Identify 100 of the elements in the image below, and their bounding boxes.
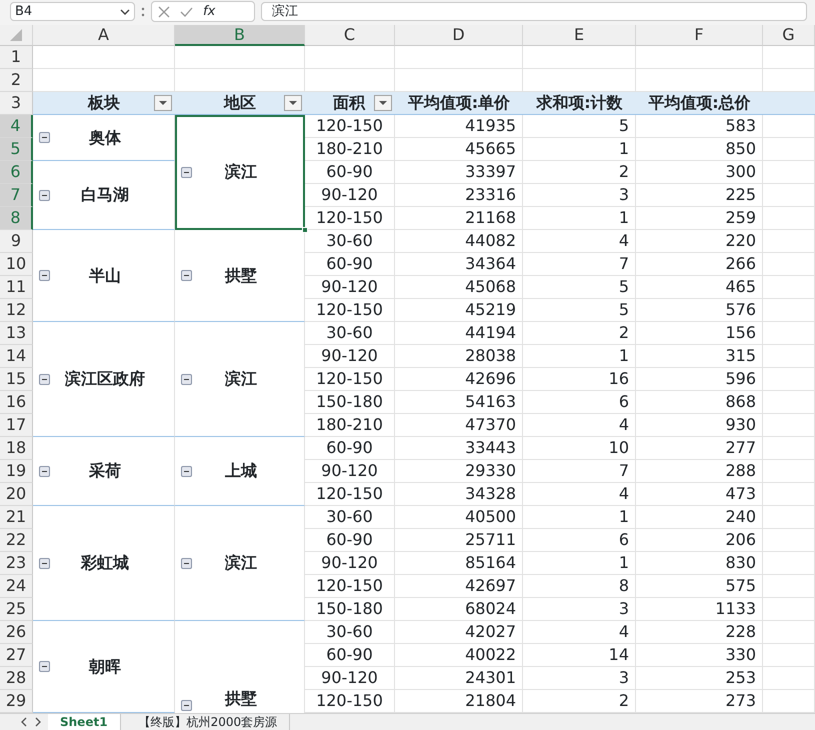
collapse-button[interactable] — [39, 558, 50, 568]
table-cell: 6 — [523, 391, 636, 414]
table-cell: 465 — [636, 276, 763, 299]
collapse-button[interactable] — [181, 700, 192, 711]
column-header[interactable]: D — [395, 25, 523, 46]
row-header[interactable]: 13 — [0, 322, 33, 345]
formula-field[interactable]: 滨江 — [261, 2, 807, 21]
table-cell: 1133 — [636, 598, 763, 621]
table-cell: 24301 — [395, 667, 523, 690]
table-cell: 120-150 — [305, 207, 395, 230]
table-cell: 90-120 — [305, 552, 395, 575]
collapse-button[interactable] — [181, 558, 192, 568]
table-cell: 930 — [636, 414, 763, 437]
table-cell: 90-120 — [305, 345, 395, 368]
fill-handle[interactable] — [302, 227, 308, 233]
previous-sheet-icon[interactable] — [20, 717, 28, 727]
row-header[interactable]: 6 — [0, 161, 33, 184]
collapse-button[interactable] — [181, 374, 192, 384]
name-box[interactable]: B4 — [10, 2, 135, 21]
sheet-tab[interactable]: Sheet1 — [48, 714, 121, 730]
table-cell: 3 — [523, 667, 636, 690]
table-cell: 25711 — [395, 529, 523, 552]
row-header[interactable]: 22 — [0, 529, 33, 552]
row-header[interactable]: 25 — [0, 598, 33, 621]
row-header[interactable]: 26 — [0, 621, 33, 644]
column-header[interactable]: F — [636, 25, 763, 46]
row-header[interactable]: 20 — [0, 483, 33, 506]
collapse-button[interactable] — [181, 166, 192, 178]
cell-text: 彩虹城 — [80, 552, 130, 574]
column-header[interactable]: G — [763, 25, 815, 46]
function-button[interactable]: fx — [203, 2, 216, 22]
row-header[interactable]: 8 — [0, 207, 33, 230]
row-header[interactable]: 23 — [0, 552, 33, 575]
column-heading: 求和项:计数 — [536, 92, 623, 114]
caret-down-icon — [379, 101, 387, 105]
table-cell: 180-210 — [305, 414, 395, 437]
row-header[interactable]: 19 — [0, 460, 33, 483]
row-header[interactable]: 11 — [0, 276, 33, 299]
table-cell: 120-150 — [305, 483, 395, 506]
check-icon[interactable] — [180, 6, 193, 18]
table-cell: 5 — [523, 115, 636, 138]
table-cell: 34364 — [395, 253, 523, 276]
row-header[interactable]: 5 — [0, 138, 33, 161]
filter-dropdown-button[interactable] — [284, 95, 302, 111]
column-header[interactable]: E — [523, 25, 636, 46]
row-header[interactable]: 29 — [0, 690, 33, 713]
collapse-button[interactable] — [39, 132, 50, 143]
row-header[interactable]: 27 — [0, 644, 33, 667]
cell-text: 半山 — [88, 264, 122, 286]
table-cell: 60-90 — [305, 529, 395, 552]
collapse-button[interactable] — [39, 374, 50, 384]
row-header[interactable]: 24 — [0, 575, 33, 598]
collapse-button[interactable] — [181, 466, 192, 476]
collapse-button[interactable] — [39, 270, 50, 281]
row-header[interactable]: 18 — [0, 437, 33, 460]
row-header[interactable]: 4 — [0, 115, 33, 138]
row-header[interactable]: 28 — [0, 667, 33, 690]
row-header[interactable]: 1 — [0, 46, 33, 69]
table-cell: 288 — [636, 460, 763, 483]
row-header[interactable]: 14 — [0, 345, 33, 368]
row-header[interactable]: 9 — [0, 230, 33, 253]
table-cell: 596 — [636, 368, 763, 391]
collapse-button[interactable] — [39, 661, 50, 672]
table-cell: 68024 — [395, 598, 523, 621]
table-cell: 576 — [636, 299, 763, 322]
table-cell: 14 — [523, 644, 636, 667]
table-cell: 4 — [523, 621, 636, 644]
row-header[interactable]: 17 — [0, 414, 33, 437]
table-cell: 830 — [636, 552, 763, 575]
collapse-button[interactable] — [39, 190, 50, 200]
table-cell: 45219 — [395, 299, 523, 322]
row-header[interactable]: 3 — [0, 92, 33, 115]
table-cell: 1 — [523, 345, 636, 368]
collapse-button[interactable] — [181, 270, 192, 281]
cancel-icon[interactable] — [158, 6, 170, 18]
table-cell: 90-120 — [305, 667, 395, 690]
table-cell: 3 — [523, 184, 636, 207]
row-header[interactable]: 15 — [0, 368, 33, 391]
table-cell: 206 — [636, 529, 763, 552]
row-header[interactable]: 21 — [0, 506, 33, 529]
row-header[interactable]: 12 — [0, 299, 33, 322]
sheet-tab[interactable]: 【终版】杭州2000套房源 — [126, 714, 290, 730]
column-header[interactable]: B — [175, 25, 305, 46]
row-header[interactable]: 7 — [0, 184, 33, 207]
table-cell: 300 — [636, 161, 763, 184]
filter-dropdown-button[interactable] — [154, 95, 172, 111]
column-header[interactable]: A — [33, 25, 175, 46]
table-cell: 583 — [636, 115, 763, 138]
filter-dropdown-button[interactable] — [374, 95, 392, 111]
column-header[interactable]: C — [305, 25, 395, 46]
more-options-icon[interactable] — [141, 6, 145, 18]
cell-text: 滨江区政府 — [64, 368, 146, 390]
collapse-button[interactable] — [39, 466, 50, 476]
next-sheet-icon[interactable] — [34, 717, 42, 727]
table-cell: 4 — [523, 414, 636, 437]
row-header[interactable]: 16 — [0, 391, 33, 414]
row-header[interactable]: 10 — [0, 253, 33, 276]
table-cell: 41935 — [395, 115, 523, 138]
table-cell: 180-210 — [305, 138, 395, 161]
row-header[interactable]: 2 — [0, 69, 33, 92]
